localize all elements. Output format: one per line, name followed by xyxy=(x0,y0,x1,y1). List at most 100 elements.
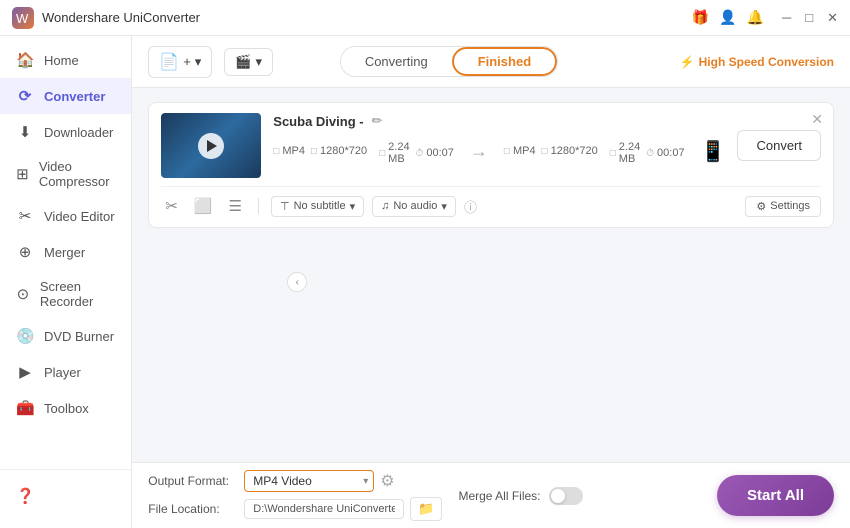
sidebar-label-merger: Merger xyxy=(44,245,85,260)
sidebar-item-video-compressor[interactable]: ⊞ Video Compressor xyxy=(0,150,131,198)
content-area: ‹ 📄 + ▾ 🎬 ▾ Converting Finished ⚡ High S… xyxy=(132,36,850,528)
source-size: 2.24 MB xyxy=(388,141,409,165)
settings-button[interactable]: ⚙ Settings xyxy=(745,196,821,217)
size-icon: □ xyxy=(379,148,385,159)
audio-icon: ♫ xyxy=(381,200,389,212)
subtitle-dropdown: ▾ xyxy=(350,200,356,213)
add-file-button[interactable]: 📄 + ▾ xyxy=(148,46,212,78)
app-logo-icon: W xyxy=(12,7,34,29)
output-format-row: Output Format: MP4 Video ▾ ⚙ xyxy=(148,470,442,492)
sidebar-item-screen-recorder[interactable]: ⊙ Screen Recorder xyxy=(0,270,131,318)
output-settings-icon[interactable]: ⚙ xyxy=(380,471,394,491)
sidebar-label-dvd: DVD Burner xyxy=(44,329,114,344)
convert-button[interactable]: Convert xyxy=(737,130,821,161)
play-triangle-icon xyxy=(207,140,217,152)
sidebar-label-downloader: Downloader xyxy=(44,125,113,140)
home-icon: 🏠 xyxy=(16,51,34,69)
output-format-select[interactable]: MP4 Video xyxy=(244,470,374,492)
app-title: Wondershare UniConverter xyxy=(42,10,200,25)
high-speed-label: High Speed Conversion xyxy=(699,55,834,69)
file-title: Scuba Diving - xyxy=(273,114,363,129)
start-all-button[interactable]: Start All xyxy=(717,475,834,516)
browse-folder-button[interactable]: 📁 xyxy=(410,497,442,521)
file-location-input[interactable] xyxy=(244,499,404,519)
add-dropdown-arrow: ▾ xyxy=(195,54,202,70)
file-location-label: File Location: xyxy=(148,502,238,516)
file-location-row: File Location: 📁 xyxy=(148,497,442,521)
maximize-button[interactable]: □ xyxy=(805,11,813,24)
sidebar: 🏠 Home ⟳ Converter ⬇ Downloader ⊞ Video … xyxy=(0,36,132,528)
play-button[interactable] xyxy=(198,133,224,159)
file-card: ✕ Scuba Diving - ✏ xyxy=(148,102,834,228)
device-icon: 📱 xyxy=(701,139,726,164)
gift-icon[interactable]: 🎁 xyxy=(692,9,709,26)
toolbox-icon: 🧰 xyxy=(16,399,34,417)
sidebar-item-player[interactable]: ▶ Player xyxy=(0,354,131,390)
arrow-right-icon: → xyxy=(470,141,488,162)
merger-icon: ⊕ xyxy=(16,243,34,261)
sidebar-item-merger[interactable]: ⊕ Merger xyxy=(0,234,131,270)
high-speed-conversion[interactable]: ⚡ High Speed Conversion xyxy=(680,55,834,69)
source-meta: □ MP4 □ 1280*720 □ 2.24 M xyxy=(273,137,454,165)
sidebar-item-video-editor[interactable]: ✂ Video Editor xyxy=(0,198,131,234)
subtitle-label: No subtitle xyxy=(294,200,346,212)
file-tools: ✂ ⬜ ☰ ⊤ No subtitle ▾ ♫ No audio ▾ ⓘ xyxy=(161,186,821,217)
bell-icon[interactable]: 🔔 xyxy=(747,9,764,26)
add-camera-button[interactable]: 🎬 ▾ xyxy=(224,48,273,76)
res-icon: □ xyxy=(311,146,317,157)
sidebar-item-dvd-burner[interactable]: 💿 DVD Burner xyxy=(0,318,131,354)
subtitle-select[interactable]: ⊤ No subtitle ▾ xyxy=(271,196,364,217)
video-thumbnail[interactable] xyxy=(161,113,261,178)
sidebar-label-converter: Converter xyxy=(44,89,105,104)
lightning-icon: ⚡ xyxy=(680,55,695,69)
help-icon: ❓ xyxy=(16,487,34,505)
player-icon: ▶ xyxy=(16,363,34,381)
sidebar-label-home: Home xyxy=(44,53,79,68)
target-duration: 00:07 xyxy=(657,147,685,159)
file-area: ✕ Scuba Diving - ✏ xyxy=(132,88,850,462)
file-info: Scuba Diving - ✏ □ MP4 □ xyxy=(273,113,725,165)
user-icon[interactable]: 👤 xyxy=(719,9,736,26)
target-resolution: 1280*720 xyxy=(551,145,598,157)
editor-icon: ✂ xyxy=(16,207,34,225)
sidebar-item-downloader[interactable]: ⬇ Downloader xyxy=(0,114,131,150)
minimize-button[interactable]: ─ xyxy=(782,11,791,24)
info-icon[interactable]: ⓘ xyxy=(464,197,477,216)
target-dur-icon: ⏱ xyxy=(646,148,654,159)
list-icon[interactable]: ☰ xyxy=(225,195,246,217)
sidebar-item-toolbox[interactable]: 🧰 Toolbox xyxy=(0,390,131,426)
svg-text:W: W xyxy=(16,11,29,26)
sidebar-label-editor: Video Editor xyxy=(44,209,115,224)
add-icon: 📄 xyxy=(159,52,179,72)
top-bar: 📄 + ▾ 🎬 ▾ Converting Finished ⚡ High Spe… xyxy=(132,36,850,88)
tab-finished[interactable]: Finished xyxy=(452,47,557,76)
target-meta: □ MP4 □ 1280*720 □ 2.24 M xyxy=(504,137,685,165)
camera-dropdown-arrow: ▾ xyxy=(256,54,263,70)
target-format: MP4 xyxy=(513,145,536,157)
sidebar-item-home[interactable]: 🏠 Home xyxy=(0,42,131,78)
source-duration: 00:07 xyxy=(426,147,454,159)
camera-icon: 🎬 xyxy=(235,54,251,70)
gear-icon: ⚙ xyxy=(756,200,766,213)
sidebar-item-converter[interactable]: ⟳ Converter xyxy=(0,78,131,114)
sidebar-collapse-button[interactable]: ‹ xyxy=(287,272,307,292)
merge-toggle[interactable] xyxy=(549,487,583,505)
compressor-icon: ⊞ xyxy=(16,165,29,183)
close-icon[interactable]: ✕ xyxy=(811,111,823,128)
sidebar-item-help[interactable]: ❓ xyxy=(0,478,131,514)
target-format-icon: □ xyxy=(504,146,510,157)
close-button[interactable]: ✕ xyxy=(827,11,838,24)
add-btn-label: + xyxy=(183,54,191,69)
converter-icon: ⟳ xyxy=(16,87,34,105)
tab-group: Converting Finished xyxy=(340,46,558,77)
recorder-icon: ⊙ xyxy=(16,285,30,303)
target-res-icon: □ xyxy=(542,146,548,157)
audio-select[interactable]: ♫ No audio ▾ xyxy=(372,196,456,217)
crop-icon[interactable]: ⬜ xyxy=(190,195,217,217)
edit-icon[interactable]: ✏ xyxy=(372,113,383,129)
tab-converting[interactable]: Converting xyxy=(341,47,452,76)
output-section: Output Format: MP4 Video ▾ ⚙ File Locati… xyxy=(148,470,442,521)
bottom-bar: Output Format: MP4 Video ▾ ⚙ File Locati… xyxy=(132,462,850,528)
scissors-icon[interactable]: ✂ xyxy=(161,195,182,217)
output-format-select-wrapper: MP4 Video ▾ xyxy=(244,470,374,492)
